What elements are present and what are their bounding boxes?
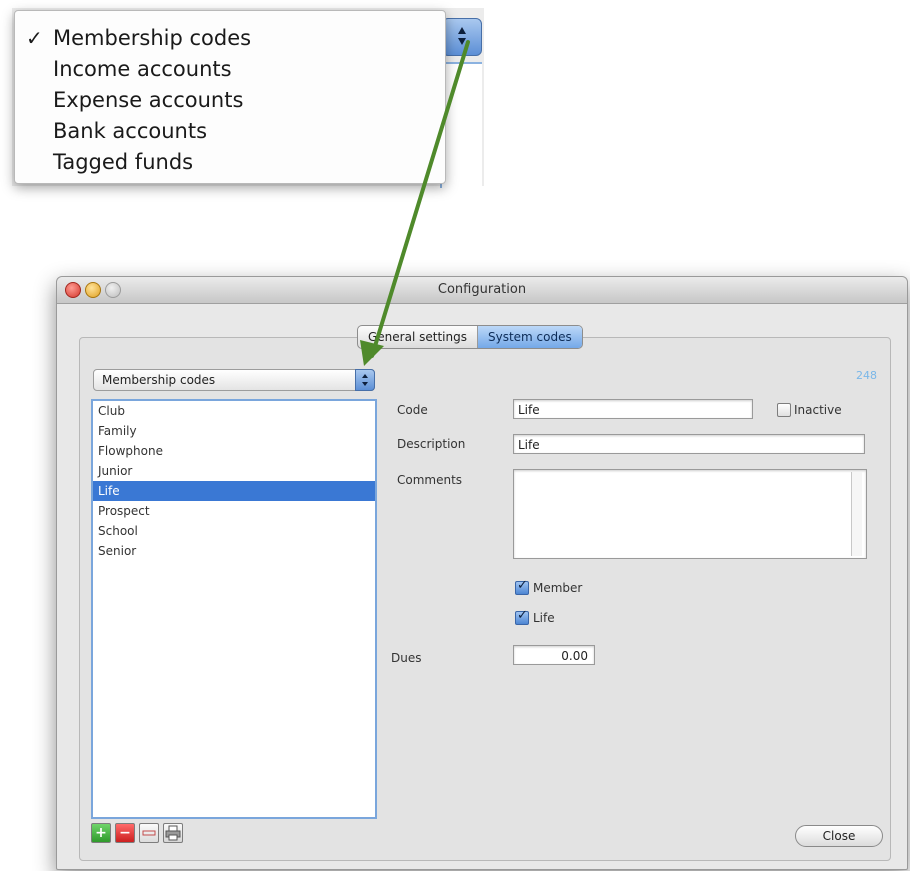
inactive-label: Inactive — [794, 403, 842, 417]
menu-item-tagged-funds[interactable]: Tagged funds — [15, 147, 445, 177]
up-down-arrows-icon — [362, 374, 368, 386]
menu-item-label: Expense accounts — [53, 88, 244, 112]
list-item[interactable]: Flowphone — [93, 441, 375, 461]
list-item-label: Senior — [98, 544, 137, 558]
member-label: Member — [533, 581, 583, 595]
list-item-label: Family — [98, 424, 137, 438]
tab-bar: General settings System codes — [357, 325, 583, 349]
list-item-label: Junior — [98, 464, 133, 478]
checkmark-icon: ✓ — [26, 26, 43, 50]
list-item-label: Life — [98, 484, 120, 498]
menu-item-label: Membership codes — [53, 26, 252, 50]
remove-code-button[interactable]: − — [115, 823, 135, 843]
tab-general-settings[interactable]: General settings — [358, 326, 478, 348]
code-field[interactable]: Life — [513, 399, 753, 419]
add-code-button[interactable]: + — [91, 823, 111, 843]
dues-field[interactable]: 0.00 — [513, 645, 595, 665]
window-title: Configuration — [437, 282, 527, 297]
close-button[interactable]: Close — [795, 825, 883, 847]
inactive-checkbox[interactable] — [777, 403, 791, 417]
list-item-label: Flowphone — [98, 444, 163, 458]
zoomed-select-stepper-button[interactable] — [442, 18, 482, 56]
window-titlebar[interactable]: Configuration — [57, 277, 907, 304]
menu-item-label: Bank accounts — [53, 119, 208, 143]
list-item-label: School — [98, 524, 138, 538]
menu-item-label: Income accounts — [53, 57, 232, 81]
life-label: Life — [533, 611, 555, 625]
comments-label: Comments — [397, 473, 463, 487]
category-select-value: Membership codes — [102, 373, 216, 387]
tab-system-codes[interactable]: System codes — [477, 326, 582, 348]
code-label: Code — [397, 403, 428, 417]
list-item[interactable]: Family — [93, 421, 375, 441]
dues-label: Dues — [391, 651, 422, 665]
menu-item-label: Tagged funds — [53, 150, 194, 174]
comments-scrollbar[interactable] — [851, 472, 862, 556]
list-item[interactable]: Club — [93, 401, 375, 421]
member-checkbox[interactable]: ✓ — [515, 578, 529, 595]
print-button[interactable] — [163, 823, 183, 843]
checkmark-icon: ✓ — [517, 578, 528, 593]
select-stepper-button[interactable] — [355, 369, 375, 391]
description-label: Description — [397, 437, 466, 451]
printer-icon — [165, 825, 181, 841]
up-down-arrows-icon — [458, 27, 466, 45]
list-item[interactable]: Prospect — [93, 501, 375, 521]
list-item[interactable]: Senior — [93, 541, 375, 561]
list-item-label: Club — [98, 404, 125, 418]
checkmark-icon: ✓ — [517, 608, 528, 623]
list-item[interactable]: Junior — [93, 461, 375, 481]
list-item-label: Prospect — [98, 504, 150, 518]
list-item[interactable]: School — [93, 521, 375, 541]
zoomed-list-edge — [440, 62, 482, 188]
menu-item-membership-codes[interactable]: ✓ Membership codes — [15, 23, 445, 53]
record-count: 248 — [856, 369, 877, 382]
plus-icon: + — [95, 825, 107, 841]
category-dropdown-menu: ✓ Membership codes Income accounts Expen… — [14, 10, 446, 184]
code-list[interactable]: Club Family Flowphone Junior Life Prospe… — [91, 399, 377, 819]
edit-code-button[interactable] — [139, 823, 159, 843]
menu-item-expense-accounts[interactable]: Expense accounts — [15, 85, 445, 115]
category-select[interactable]: Membership codes — [93, 369, 375, 391]
description-field[interactable]: Life — [513, 434, 865, 454]
minus-icon: − — [119, 825, 131, 841]
menu-item-bank-accounts[interactable]: Bank accounts — [15, 116, 445, 146]
menu-item-income-accounts[interactable]: Income accounts — [15, 54, 445, 84]
configuration-window: Configuration General settings System co… — [56, 276, 908, 870]
list-item-selected[interactable]: Life — [93, 481, 375, 501]
life-checkbox[interactable]: ✓ — [515, 608, 529, 625]
edit-icon — [142, 830, 156, 836]
comments-textarea[interactable] — [513, 469, 867, 559]
